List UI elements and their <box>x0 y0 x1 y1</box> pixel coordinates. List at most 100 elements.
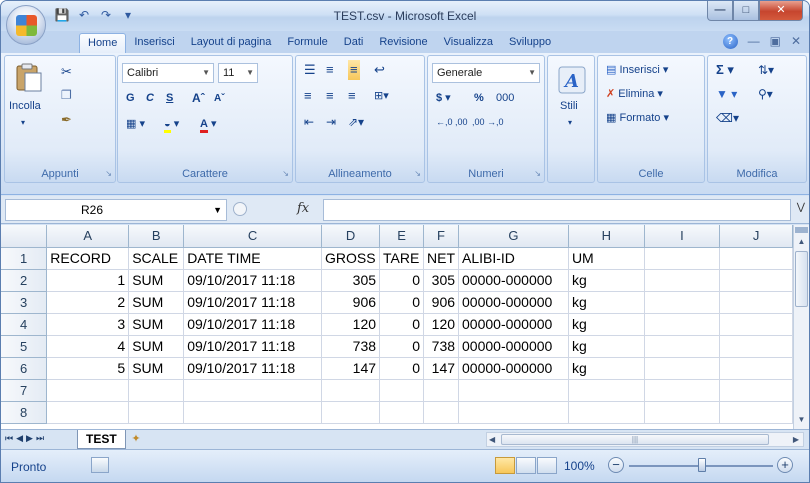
cell[interactable] <box>644 335 721 358</box>
clear-icon[interactable]: ⌫▾ <box>716 108 739 128</box>
row-header[interactable]: 8 <box>1 401 48 424</box>
cut-icon[interactable]: ✂ <box>61 64 72 80</box>
cell[interactable]: SUM <box>128 357 185 380</box>
styles-dropdown-icon[interactable]: ▾ <box>568 118 572 127</box>
cell[interactable] <box>719 313 793 336</box>
name-box[interactable]: R26 ▼ <box>5 199 227 221</box>
cell[interactable]: 120 <box>423 313 460 336</box>
font-name-combo[interactable]: Calibri ▼ <box>122 63 214 83</box>
sheet-tab-test[interactable]: TEST <box>77 430 126 449</box>
cell[interactable]: 09/10/2017 11:18 <box>183 291 323 314</box>
tab-revisione[interactable]: Revisione <box>371 33 435 53</box>
cell[interactable]: 0 <box>379 269 425 292</box>
cell[interactable]: NET <box>423 247 460 270</box>
column-header[interactable]: E <box>379 225 425 248</box>
cell[interactable]: 00000-000000 <box>458 291 569 314</box>
increase-font-icon[interactable]: Aˆ <box>192 88 205 108</box>
currency-button[interactable]: $ ▾ <box>436 88 451 108</box>
cell[interactable]: 00000-000000 <box>458 335 569 358</box>
find-select-icon[interactable]: ⚲▾ <box>758 84 773 104</box>
italic-button[interactable]: C <box>146 88 154 108</box>
cell[interactable]: 5 <box>46 357 130 380</box>
split-handle[interactable] <box>795 227 808 233</box>
row-header[interactable]: 3 <box>1 291 48 314</box>
ribbon-restore-icon[interactable]: ▣ <box>770 34 781 49</box>
tab-layout[interactable]: Layout di pagina <box>183 33 280 53</box>
formula-cancel-icon[interactable] <box>233 202 247 216</box>
tab-visualizza[interactable]: Visualizza <box>436 33 501 53</box>
cell[interactable] <box>719 269 793 292</box>
cell[interactable]: 2 <box>46 291 130 314</box>
cell[interactable] <box>644 313 721 336</box>
cell[interactable]: 09/10/2017 11:18 <box>183 313 323 336</box>
cell[interactable] <box>719 357 793 380</box>
normal-view-button[interactable] <box>495 457 515 474</box>
horizontal-scroll-thumb[interactable]: ||| <box>501 434 769 445</box>
cell[interactable]: TARE <box>379 247 425 270</box>
decrease-font-icon[interactable]: Aˇ <box>214 89 225 109</box>
numeri-launcher-icon[interactable]: ↘ <box>534 169 541 178</box>
cell[interactable]: kg <box>568 291 645 314</box>
column-header[interactable]: C <box>183 225 323 248</box>
delete-cells-button[interactable]: ✗ Elimina ▾ <box>606 84 663 104</box>
decrease-decimal-icon[interactable]: ,00 →,0 <box>472 112 504 132</box>
scroll-down-icon[interactable]: ▼ <box>795 413 808 427</box>
cell[interactable] <box>458 379 569 402</box>
cell[interactable]: 09/10/2017 11:18 <box>183 335 323 358</box>
cell[interactable]: 09/10/2017 11:18 <box>183 357 323 380</box>
zoom-level[interactable]: 100% <box>564 459 595 473</box>
cell[interactable]: SUM <box>128 313 185 336</box>
appunti-launcher-icon[interactable]: ↘ <box>105 169 112 178</box>
cell[interactable]: kg <box>568 335 645 358</box>
cell[interactable]: kg <box>568 269 645 292</box>
cell[interactable]: 906 <box>321 291 381 314</box>
row-header[interactable]: 6 <box>1 357 48 380</box>
column-header[interactable]: H <box>568 225 645 248</box>
cell[interactable]: 305 <box>423 269 460 292</box>
cell[interactable]: 906 <box>423 291 460 314</box>
cell[interactable]: 120 <box>321 313 381 336</box>
column-header[interactable]: G <box>458 225 569 248</box>
cell[interactable]: 147 <box>321 357 381 380</box>
increase-decimal-icon[interactable]: ←,0 ,00 <box>436 112 468 132</box>
row-header[interactable]: 2 <box>1 269 48 292</box>
copy-icon[interactable]: ❐ <box>61 88 72 102</box>
cell[interactable]: 09/10/2017 11:18 <box>183 269 323 292</box>
column-header[interactable]: I <box>644 225 721 248</box>
paste-button[interactable]: Incolla <box>9 100 41 112</box>
help-icon[interactable]: ? <box>722 34 738 49</box>
cell[interactable] <box>128 379 185 402</box>
cell[interactable]: 1 <box>46 269 130 292</box>
wrap-text-icon[interactable]: ↩ <box>374 60 385 80</box>
cell[interactable] <box>719 291 793 314</box>
cell[interactable] <box>644 379 721 402</box>
align-bottom-icon[interactable]: ≡ <box>348 60 360 80</box>
cell[interactable]: 00000-000000 <box>458 357 569 380</box>
cell[interactable] <box>183 379 323 402</box>
tab-formule[interactable]: Formule <box>279 33 335 53</box>
cell[interactable] <box>128 401 185 424</box>
cell[interactable] <box>568 401 645 424</box>
cell[interactable] <box>379 401 425 424</box>
styles-button[interactable]: Stili <box>560 100 578 112</box>
column-header[interactable]: F <box>423 225 460 248</box>
cell[interactable] <box>458 401 569 424</box>
paste-dropdown-icon[interactable]: ▾ <box>21 118 25 127</box>
align-top-icon[interactable]: ☰ <box>304 60 316 80</box>
percent-button[interactable]: % <box>474 88 484 108</box>
column-header[interactable]: A <box>46 225 130 248</box>
tab-sviluppo[interactable]: Sviluppo <box>501 33 559 53</box>
tab-home[interactable]: Home <box>79 33 127 53</box>
maximize-button[interactable]: □ <box>733 1 759 21</box>
sheet-nav-arrows[interactable]: ⏮◀▶⏭ <box>5 433 47 444</box>
merge-cells-icon[interactable]: ⊞▾ <box>374 86 389 106</box>
cell[interactable]: 738 <box>321 335 381 358</box>
cell[interactable]: 738 <box>423 335 460 358</box>
cell[interactable]: GROSS <box>321 247 381 270</box>
align-middle-icon[interactable]: ≡ <box>326 60 334 80</box>
cell[interactable]: kg <box>568 313 645 336</box>
minimize-button[interactable]: — <box>707 1 733 21</box>
cell[interactable] <box>644 401 721 424</box>
cell[interactable]: SUM <box>128 335 185 358</box>
cell[interactable] <box>423 379 460 402</box>
